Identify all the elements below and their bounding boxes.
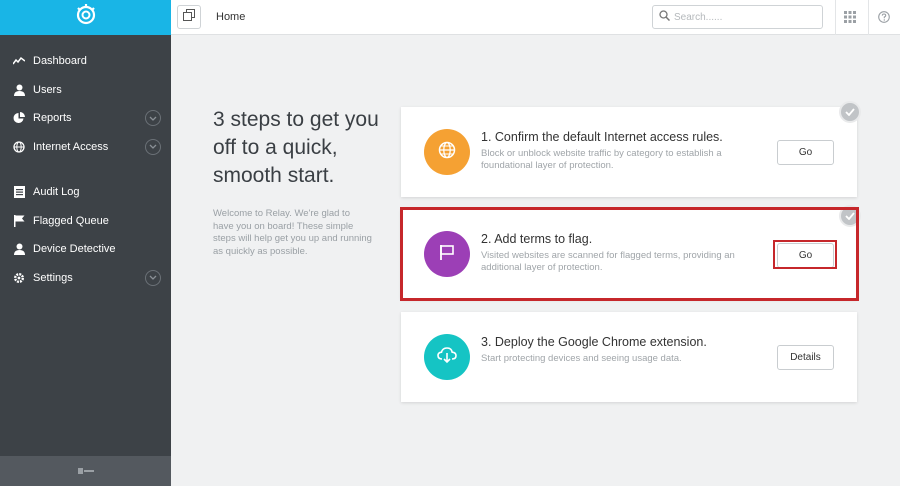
step-3-details-button[interactable]: Details	[777, 345, 834, 370]
relay-logo-icon	[74, 3, 98, 32]
button-highlight-outline	[773, 240, 837, 269]
page-title: 3 steps to get you off to a quick, smoot…	[213, 108, 379, 187]
collapse-sidebar-icon[interactable]	[77, 462, 94, 480]
topbar: Home	[171, 0, 900, 35]
sidebar: Dashboard Users Reports Internet Access	[0, 0, 171, 486]
user-icon	[12, 83, 26, 97]
sidebar-item-internet-access[interactable]: Internet Access	[0, 133, 171, 162]
window-toggle-button[interactable]	[177, 5, 201, 29]
intro-text: Welcome to Relay. We're glad to have you…	[213, 208, 372, 257]
step-complete-check-icon	[839, 101, 861, 123]
sidebar-item-label: Internet Access	[33, 140, 109, 153]
sidebar-item-label: Settings	[33, 271, 73, 284]
search-icon	[659, 8, 671, 26]
topbar-divider	[868, 0, 869, 35]
step-description: Start protecting devices and seeing usag…	[481, 353, 682, 364]
step-card-internet-access: 1. Confirm the default Internet access r…	[401, 107, 857, 197]
breadcrumb[interactable]: Home	[216, 11, 245, 23]
activity-icon	[12, 54, 26, 68]
globe-icon	[438, 141, 456, 164]
sidebar-item-label: Audit Log	[33, 186, 80, 199]
apps-grid-icon[interactable]	[842, 9, 858, 25]
sidebar-item-label: Dashboard	[33, 55, 87, 68]
sidebar-item-settings[interactable]: Settings	[0, 264, 171, 293]
topbar-divider	[835, 0, 836, 35]
pie-chart-icon	[12, 111, 26, 125]
list-icon	[12, 185, 26, 199]
search-box[interactable]	[652, 5, 823, 29]
sidebar-item-users[interactable]: Users	[0, 76, 171, 105]
step-description: Block or unblock website traffic by cate…	[481, 148, 722, 171]
user-icon	[12, 242, 26, 256]
cloud-download-icon	[437, 346, 457, 369]
sidebar-nav: Dashboard Users Reports Internet Access	[0, 47, 171, 292]
step-title: 3. Deploy the Google Chrome extension.	[481, 335, 707, 349]
chevron-down-icon[interactable]	[145, 110, 161, 126]
gear-icon	[12, 271, 26, 285]
sidebar-item-dashboard[interactable]: Dashboard	[0, 47, 171, 76]
sidebar-item-label: Flagged Queue	[33, 214, 109, 227]
sidebar-item-audit-log[interactable]: Audit Log	[0, 178, 171, 207]
logo-bar[interactable]	[0, 0, 171, 35]
sidebar-item-reports[interactable]: Reports	[0, 104, 171, 133]
sidebar-item-label: Reports	[33, 112, 72, 125]
windows-icon	[183, 8, 195, 26]
chevron-down-icon[interactable]	[145, 138, 161, 155]
sidebar-item-device-detective[interactable]: Device Detective	[0, 235, 171, 264]
sidebar-item-label: Users	[33, 83, 62, 96]
intro-section: 3 steps to get you off to a quick, smoot…	[213, 106, 393, 258]
step-icon-circle	[424, 334, 470, 380]
sidebar-item-flagged-queue[interactable]: Flagged Queue	[0, 207, 171, 236]
sidebar-footer[interactable]	[0, 456, 171, 486]
step-1-go-button[interactable]: Go	[777, 140, 834, 165]
help-icon[interactable]	[876, 9, 892, 25]
sidebar-item-label: Device Detective	[33, 243, 116, 256]
search-input[interactable]	[674, 11, 814, 23]
flag-icon	[12, 214, 26, 228]
step-icon-circle	[424, 129, 470, 175]
step-card-chrome-extension: 3. Deploy the Google Chrome extension. S…	[401, 312, 857, 402]
chevron-down-icon[interactable]	[145, 269, 161, 286]
step-title: 1. Confirm the default Internet access r…	[481, 130, 723, 144]
globe-icon	[12, 140, 26, 154]
